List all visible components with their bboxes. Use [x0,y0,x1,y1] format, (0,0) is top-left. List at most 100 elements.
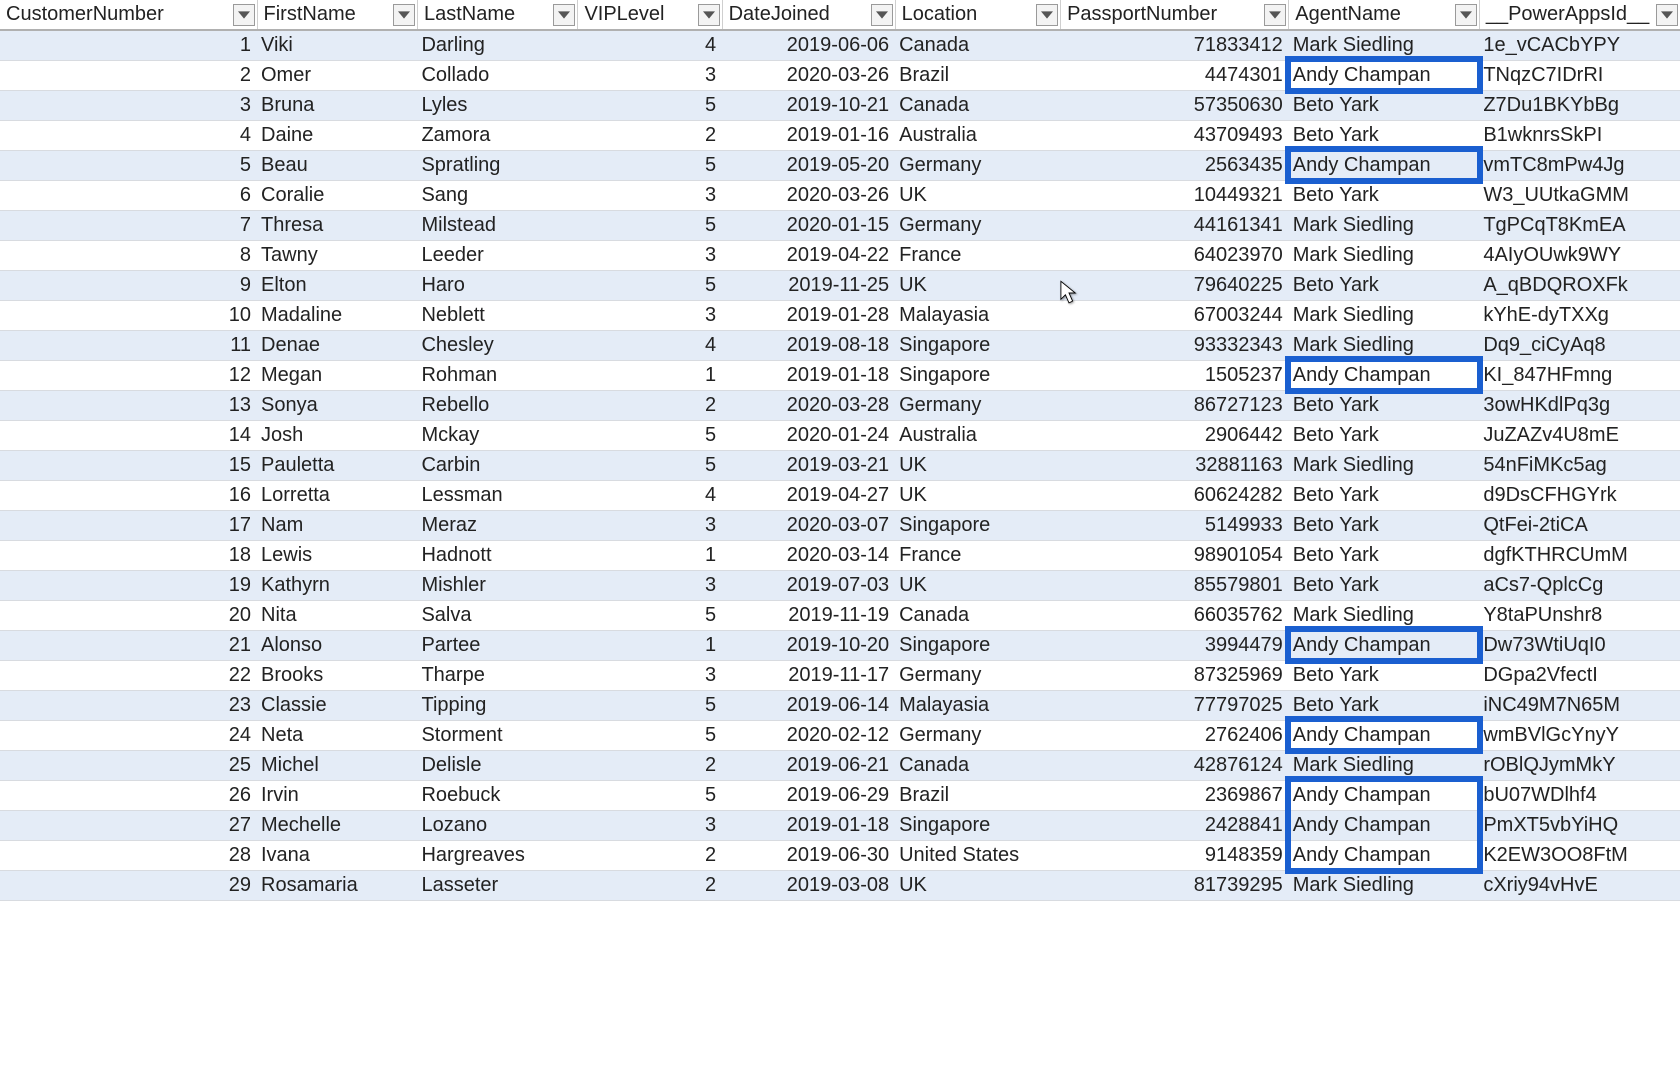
cell-datejoined[interactable]: 2019-01-16 [722,120,895,150]
cell-agentname[interactable]: Beto Yark [1289,180,1480,210]
cell-customernumber[interactable]: 16 [0,480,257,510]
filter-button[interactable] [1455,4,1477,26]
cell-customernumber[interactable]: 26 [0,780,257,810]
cell-passportnumber[interactable]: 77797025 [1061,690,1289,720]
cell-location[interactable]: Canada [895,30,1060,60]
cell-datejoined[interactable]: 2019-10-21 [722,90,895,120]
table-row[interactable]: 22BrooksTharpe32019-11-17Germany87325969… [0,660,1680,690]
cell-firstname[interactable]: Daine [257,120,417,150]
cell-viplevel[interactable]: 3 [578,570,722,600]
cell-passportnumber[interactable]: 57350630 [1061,90,1289,120]
cell-powerappsid[interactable]: PmXT5vbYiHQ [1479,810,1680,840]
cell-location[interactable]: UK [895,570,1060,600]
filter-button[interactable] [553,4,575,26]
cell-passportnumber[interactable]: 81739295 [1061,870,1289,900]
cell-lastname[interactable]: Delisle [417,750,577,780]
cell-datejoined[interactable]: 2019-06-06 [722,30,895,60]
cell-agentname[interactable]: Beto Yark [1289,540,1480,570]
cell-agentname[interactable]: Mark Siedling [1289,240,1480,270]
cell-customernumber[interactable]: 7 [0,210,257,240]
cell-passportnumber[interactable]: 9148359 [1061,840,1289,870]
cell-agentname[interactable]: Beto Yark [1289,420,1480,450]
cell-customernumber[interactable]: 10 [0,300,257,330]
cell-passportnumber[interactable]: 2369867 [1061,780,1289,810]
cell-datejoined[interactable]: 2020-03-26 [722,180,895,210]
cell-lastname[interactable]: Milstead [417,210,577,240]
table-row[interactable]: 7ThresaMilstead52020-01-15Germany4416134… [0,210,1680,240]
table-row[interactable]: 6CoralieSang32020-03-26UK10449321Beto Ya… [0,180,1680,210]
cell-agentname[interactable]: Beto Yark [1289,570,1480,600]
cell-powerappsid[interactable]: 3owHKdlPq3g [1479,390,1680,420]
cell-powerappsid[interactable]: Y8taPUnshr8 [1479,600,1680,630]
cell-firstname[interactable]: Lewis [257,540,417,570]
cell-customernumber[interactable]: 17 [0,510,257,540]
table-row[interactable]: 10MadalineNeblett32019-01-28Malayasia670… [0,300,1680,330]
cell-powerappsid[interactable]: kYhE-dyTXXg [1479,300,1680,330]
cell-datejoined[interactable]: 2020-01-24 [722,420,895,450]
table-row[interactable]: 17NamMeraz32020-03-07Singapore5149933Bet… [0,510,1680,540]
cell-customernumber[interactable]: 13 [0,390,257,420]
cell-viplevel[interactable]: 2 [578,840,722,870]
cell-datejoined[interactable]: 2020-03-28 [722,390,895,420]
cell-firstname[interactable]: Madaline [257,300,417,330]
cell-location[interactable]: Singapore [895,510,1060,540]
cell-customernumber[interactable]: 1 [0,30,257,60]
table-row[interactable]: 11DenaeChesley42019-08-18Singapore933323… [0,330,1680,360]
cell-firstname[interactable]: Rosamaria [257,870,417,900]
cell-viplevel[interactable]: 4 [578,330,722,360]
cell-lastname[interactable]: Mckay [417,420,577,450]
cell-viplevel[interactable]: 3 [578,240,722,270]
cell-customernumber[interactable]: 3 [0,90,257,120]
cell-agentname[interactable]: Andy Champan [1289,60,1480,90]
cell-lastname[interactable]: Carbin [417,450,577,480]
cell-powerappsid[interactable]: B1wknrsSkPI [1479,120,1680,150]
cell-powerappsid[interactable]: 54nFiMKc5ag [1479,450,1680,480]
cell-lastname[interactable]: Tharpe [417,660,577,690]
cell-firstname[interactable]: Beau [257,150,417,180]
table-row[interactable]: 9EltonHaro52019-11-25UK79640225Beto Yark… [0,270,1680,300]
cell-firstname[interactable]: Neta [257,720,417,750]
cell-powerappsid[interactable]: A_qBDQROXFk [1479,270,1680,300]
cell-lastname[interactable]: Tipping [417,690,577,720]
cell-location[interactable]: Australia [895,120,1060,150]
cell-location[interactable]: Germany [895,720,1060,750]
cell-datejoined[interactable]: 2019-01-18 [722,810,895,840]
cell-location[interactable]: Malayasia [895,690,1060,720]
table-row[interactable]: 12MeganRohman12019-01-18Singapore1505237… [0,360,1680,390]
cell-agentname[interactable]: Beto Yark [1289,690,1480,720]
cell-lastname[interactable]: Spratling [417,150,577,180]
cell-agentname[interactable]: Mark Siedling [1289,300,1480,330]
cell-location[interactable]: Brazil [895,60,1060,90]
cell-lastname[interactable]: Mishler [417,570,577,600]
cell-datejoined[interactable]: 2019-11-17 [722,660,895,690]
cell-passportnumber[interactable]: 43709493 [1061,120,1289,150]
cell-location[interactable]: Canada [895,750,1060,780]
cell-customernumber[interactable]: 22 [0,660,257,690]
cell-passportnumber[interactable]: 3994479 [1061,630,1289,660]
cell-agentname[interactable]: Mark Siedling [1289,870,1480,900]
cell-lastname[interactable]: Sang [417,180,577,210]
cell-datejoined[interactable]: 2019-03-21 [722,450,895,480]
table-row[interactable]: 24NetaStorment52020-02-12Germany2762406A… [0,720,1680,750]
cell-powerappsid[interactable]: TNqzC7IDrRI [1479,60,1680,90]
cell-location[interactable]: Singapore [895,330,1060,360]
cell-agentname[interactable]: Mark Siedling [1289,750,1480,780]
cell-firstname[interactable]: Alonso [257,630,417,660]
cell-passportnumber[interactable]: 2906442 [1061,420,1289,450]
cell-lastname[interactable]: Lozano [417,810,577,840]
table-row[interactable]: 16LorrettaLessman42019-04-27UK60624282Be… [0,480,1680,510]
cell-viplevel[interactable]: 5 [578,90,722,120]
cell-datejoined[interactable]: 2019-01-28 [722,300,895,330]
cell-customernumber[interactable]: 21 [0,630,257,660]
cell-agentname[interactable]: Andy Champan [1289,810,1480,840]
cell-lastname[interactable]: Leeder [417,240,577,270]
cell-location[interactable]: UK [895,870,1060,900]
cell-viplevel[interactable]: 2 [578,870,722,900]
table-row[interactable]: 2OmerCollado32020-03-26Brazil4474301Andy… [0,60,1680,90]
cell-passportnumber[interactable]: 10449321 [1061,180,1289,210]
filter-button[interactable] [393,4,415,26]
table-row[interactable]: 18LewisHadnott12020-03-14France98901054B… [0,540,1680,570]
filter-button[interactable] [698,4,720,26]
cell-viplevel[interactable]: 5 [578,450,722,480]
cell-datejoined[interactable]: 2019-06-30 [722,840,895,870]
